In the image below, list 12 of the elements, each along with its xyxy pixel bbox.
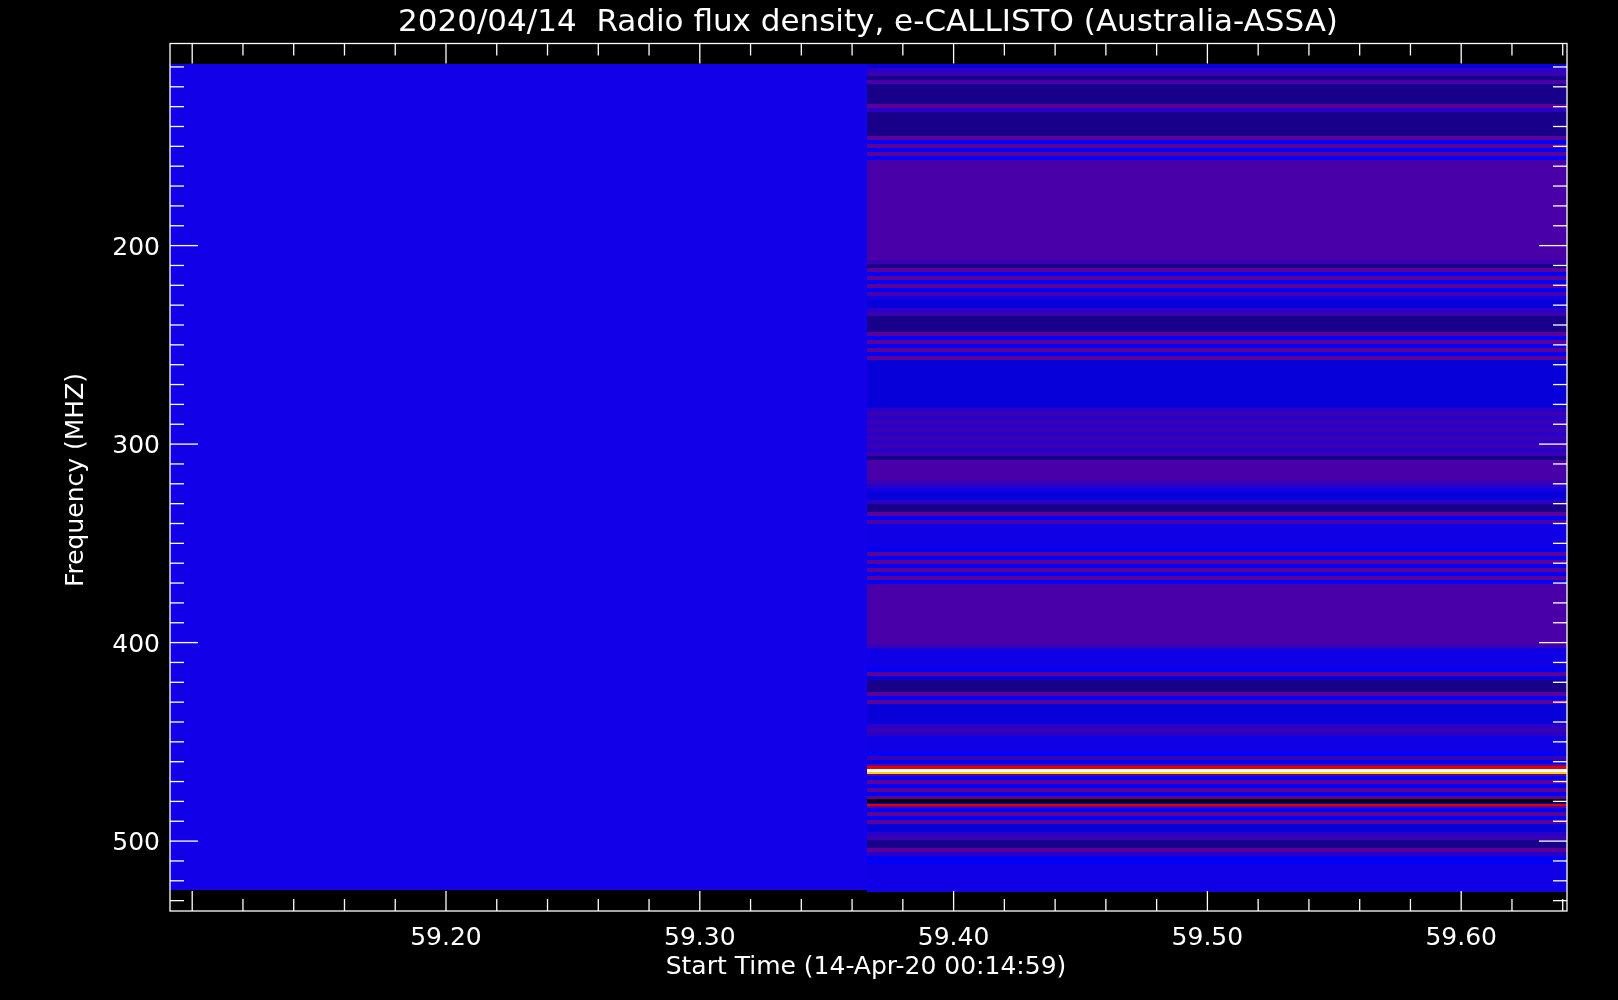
x-tick-label: 59.50: [1171, 922, 1244, 951]
y-tick-label: 200: [112, 231, 160, 261]
x-tick-label: 59.40: [917, 922, 990, 951]
chart-title: 2020/04/14 Radio flux density, e-CALLISTO (Australia-ASSA): [398, 2, 1338, 38]
x-tick-label: 59.30: [664, 922, 736, 951]
y-tick-label: 500: [112, 827, 160, 857]
x-tick-label: 59.20: [410, 922, 482, 951]
x-axis-label: Start Time (14-Apr-20 00:14:59): [665, 951, 1067, 980]
y-tick-label: 300: [112, 430, 160, 460]
y-axis-label: Frequency (MHZ): [60, 372, 89, 588]
y-tick-label: 400: [112, 628, 160, 658]
x-tick-label: 59.60: [1425, 922, 1497, 951]
